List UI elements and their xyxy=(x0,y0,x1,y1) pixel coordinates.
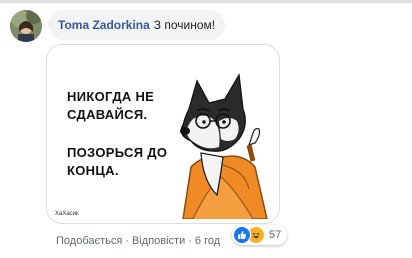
sticker-text-line-4: КОНЦА. xyxy=(67,163,119,178)
reaction-summary[interactable]: 57 xyxy=(232,225,288,245)
like-link[interactable]: Подобається xyxy=(56,235,122,247)
sticker-text-line-3: ПОЗОРЬСЯ ДО xyxy=(67,145,168,160)
avatar-photo xyxy=(10,10,42,42)
sticker-text-line-2: СДАВАЙСЯ. xyxy=(67,107,148,122)
separator: · xyxy=(188,235,192,247)
separator: · xyxy=(125,235,129,247)
sticker-watermark: ХаХасик xyxy=(55,211,79,217)
timestamp[interactable]: 6 год xyxy=(195,235,220,247)
sticker-text-line-1: НИКОГДА НЕ xyxy=(67,89,155,104)
comment-text: З почином! xyxy=(153,18,216,32)
comment-actions: Подобається · Відповісти · 6 год xyxy=(56,235,220,247)
reply-link[interactable]: Відповісти xyxy=(132,235,185,247)
sticker-image[interactable]: НИКОГДА НЕ СДАВАЙСЯ. ПОЗОРЬСЯ ДО КОНЦА. … xyxy=(46,44,280,224)
husky-monk-illustration xyxy=(180,72,268,219)
comment-bubble: Toma Zadorkina З почином! xyxy=(48,10,226,40)
avatar[interactable] xyxy=(10,10,42,42)
comment-author[interactable]: Toma Zadorkina xyxy=(58,18,150,32)
divider xyxy=(0,0,412,3)
like-icon xyxy=(233,226,251,244)
reaction-count: 57 xyxy=(269,229,282,241)
